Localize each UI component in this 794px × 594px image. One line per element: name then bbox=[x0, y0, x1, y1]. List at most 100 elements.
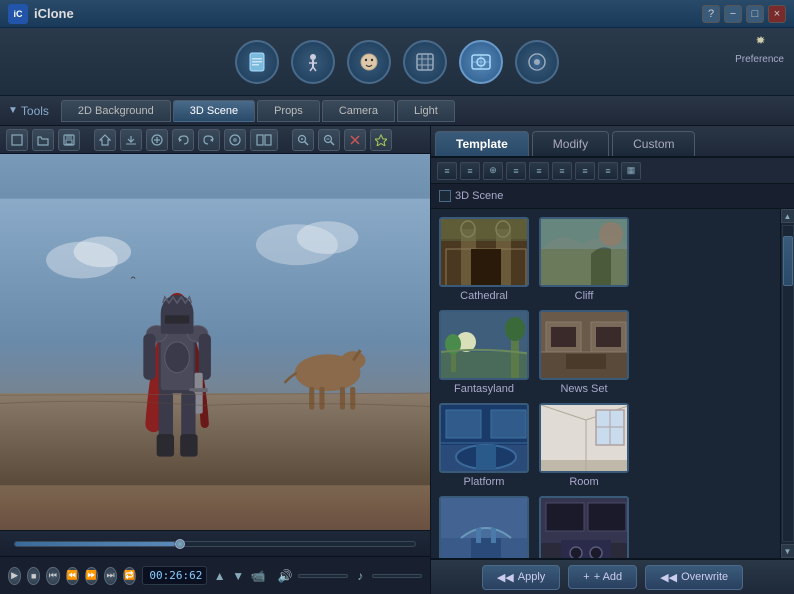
apply-icon: ◀◀ bbox=[497, 571, 514, 584]
scroll-up[interactable]: ▲ bbox=[781, 209, 794, 223]
camera-ctrl[interactable]: 📹 bbox=[251, 567, 266, 585]
thumb-cliff[interactable]: Cliff bbox=[539, 217, 629, 302]
help-button[interactable]: ? bbox=[702, 5, 720, 23]
scroll-thumb[interactable] bbox=[783, 236, 793, 286]
redo-btn[interactable] bbox=[198, 129, 220, 151]
tab-template[interactable]: Template bbox=[435, 131, 529, 156]
thumb-label-newsset: News Set bbox=[560, 383, 607, 395]
playbar bbox=[0, 530, 430, 556]
titlebar: iC iClone ? − □ × bbox=[0, 0, 794, 28]
tab-2d-background[interactable]: 2D Background bbox=[61, 100, 171, 122]
thumb-extra2[interactable] bbox=[539, 496, 629, 558]
icon-toolbar bbox=[0, 126, 430, 154]
prev-btn[interactable]: ⏮ bbox=[46, 567, 59, 585]
thumb-label-fantasyland: Fantasyland bbox=[454, 383, 514, 395]
thumb-cathedral[interactable]: Cathedral bbox=[439, 217, 529, 302]
sub-tag-icon[interactable]: ≡ bbox=[552, 162, 572, 180]
thumb-room[interactable]: Room bbox=[539, 403, 629, 488]
tab-modify[interactable]: Modify bbox=[532, 131, 609, 156]
thumb-label-platform: Platform bbox=[464, 476, 505, 488]
sub-view-icon[interactable]: ▦ bbox=[621, 162, 641, 180]
right-panel: Template Modify Custom ≡ ≡ ⊕ ≡ ≡ ≡ ≡ ≡ ▦ bbox=[430, 126, 794, 594]
tab-custom[interactable]: Custom bbox=[612, 131, 695, 156]
scene-checkbox[interactable] bbox=[439, 190, 451, 202]
stop-btn[interactable]: ■ bbox=[27, 567, 40, 585]
progress-bar[interactable] bbox=[14, 541, 416, 547]
scroll-down[interactable]: ▼ bbox=[781, 544, 794, 558]
controls-row: ▶ ■ ⏮ ⏪ ⏩ ⏭ 🔁 00:26:62 ▲ ▼ 📹 🔊 ♪ bbox=[0, 556, 430, 594]
right-scrollbar[interactable]: ▲ ▼ bbox=[780, 209, 794, 558]
thumb-label-cathedral: Cathedral bbox=[460, 290, 508, 302]
thumb-newsset[interactable]: News Set bbox=[539, 310, 629, 395]
tools-label: ▼ Tools bbox=[8, 104, 49, 118]
toolbar-motion[interactable] bbox=[403, 40, 447, 84]
open-btn[interactable] bbox=[32, 129, 54, 151]
thumbs-row-4 bbox=[439, 496, 772, 558]
add-btn[interactable] bbox=[146, 129, 168, 151]
scene-tree: 3D Scene bbox=[431, 184, 794, 209]
thumb-img-cathedral bbox=[439, 217, 529, 287]
delete-btn[interactable] bbox=[344, 129, 366, 151]
tools-bar: ▼ Tools 2D Background 3D Scene Props Cam… bbox=[0, 96, 794, 126]
left-panel: ▶ ■ ⏮ ⏪ ⏩ ⏭ 🔁 00:26:62 ▲ ▼ 📹 🔊 ♪ bbox=[0, 126, 430, 594]
audio-slider[interactable] bbox=[298, 574, 348, 578]
apply-button[interactable]: ◀◀ Apply bbox=[482, 565, 560, 590]
minimize-button[interactable]: − bbox=[724, 5, 742, 23]
import-btn[interactable] bbox=[120, 129, 142, 151]
toolbar-face[interactable] bbox=[347, 40, 391, 84]
tab-camera[interactable]: Camera bbox=[322, 100, 395, 122]
toolbar-scene[interactable] bbox=[459, 40, 503, 84]
loop-btn[interactable]: 🔁 bbox=[123, 567, 136, 585]
rewind-btn[interactable]: ⏪ bbox=[66, 567, 79, 585]
scene-item[interactable]: 3D Scene bbox=[439, 190, 786, 202]
zoom-in-btn[interactable] bbox=[292, 129, 314, 151]
sub-add-icon[interactable]: ⊕ bbox=[483, 162, 503, 180]
effects-icon bbox=[515, 40, 559, 84]
thumbs-area: Cathedral bbox=[431, 209, 780, 558]
sub-list-icon[interactable]: ≡ bbox=[437, 162, 457, 180]
music-slider[interactable] bbox=[372, 574, 422, 578]
scene-label: 3D Scene bbox=[455, 190, 503, 202]
save-btn[interactable] bbox=[58, 129, 80, 151]
toolbar-character[interactable] bbox=[291, 40, 335, 84]
new-btn[interactable] bbox=[6, 129, 28, 151]
play-btn[interactable]: ▶ bbox=[8, 567, 21, 585]
thumb-platform[interactable]: Platform bbox=[439, 403, 529, 488]
fx-btn[interactable] bbox=[370, 129, 392, 151]
thumb-fantasyland[interactable]: Fantasyland bbox=[439, 310, 529, 395]
sub-sort-icon[interactable]: ≡ bbox=[529, 162, 549, 180]
multi-btn[interactable] bbox=[250, 129, 278, 151]
progress-fill bbox=[15, 542, 175, 546]
thumb-img-newsset bbox=[539, 310, 629, 380]
sub-filter-icon[interactable]: ≡ bbox=[506, 162, 526, 180]
select-btn[interactable] bbox=[224, 129, 246, 151]
add-button[interactable]: + + Add bbox=[568, 565, 637, 589]
thumbs-wrapper: Cathedral bbox=[431, 209, 780, 558]
tab-light[interactable]: Light bbox=[397, 100, 455, 122]
zoom-out-btn[interactable] bbox=[318, 129, 340, 151]
thumb-extra1[interactable] bbox=[439, 496, 529, 558]
sub-grid-icon[interactable]: ≡ bbox=[460, 162, 480, 180]
tab-3d-scene[interactable]: 3D Scene bbox=[173, 100, 255, 122]
close-button[interactable]: × bbox=[768, 5, 786, 23]
thumbs-row-3: Platform bbox=[439, 403, 772, 488]
tab-props[interactable]: Props bbox=[257, 100, 320, 122]
sub-move-icon[interactable]: ≡ bbox=[575, 162, 595, 180]
undo-btn[interactable] bbox=[172, 129, 194, 151]
maximize-button[interactable]: □ bbox=[746, 5, 764, 23]
right-tabs: Template Modify Custom bbox=[431, 126, 794, 158]
forward-btn[interactable]: ⏩ bbox=[85, 567, 98, 585]
home-btn[interactable] bbox=[94, 129, 116, 151]
motion-icon bbox=[403, 40, 447, 84]
sub-table-icon[interactable]: ≡ bbox=[598, 162, 618, 180]
toolbar-file[interactable] bbox=[235, 40, 279, 84]
time-down[interactable]: ▼ bbox=[232, 567, 245, 585]
overwrite-button[interactable]: ◀◀ Overwrite bbox=[645, 565, 743, 590]
toolbar-effects[interactable] bbox=[515, 40, 559, 84]
preference-button[interactable]: Preference bbox=[735, 36, 784, 65]
character-icon bbox=[291, 40, 335, 84]
thumbs-row-1: Cathedral bbox=[439, 217, 772, 302]
time-up[interactable]: ▲ bbox=[213, 567, 226, 585]
progress-thumb bbox=[175, 539, 185, 549]
next-btn[interactable]: ⏭ bbox=[104, 567, 117, 585]
